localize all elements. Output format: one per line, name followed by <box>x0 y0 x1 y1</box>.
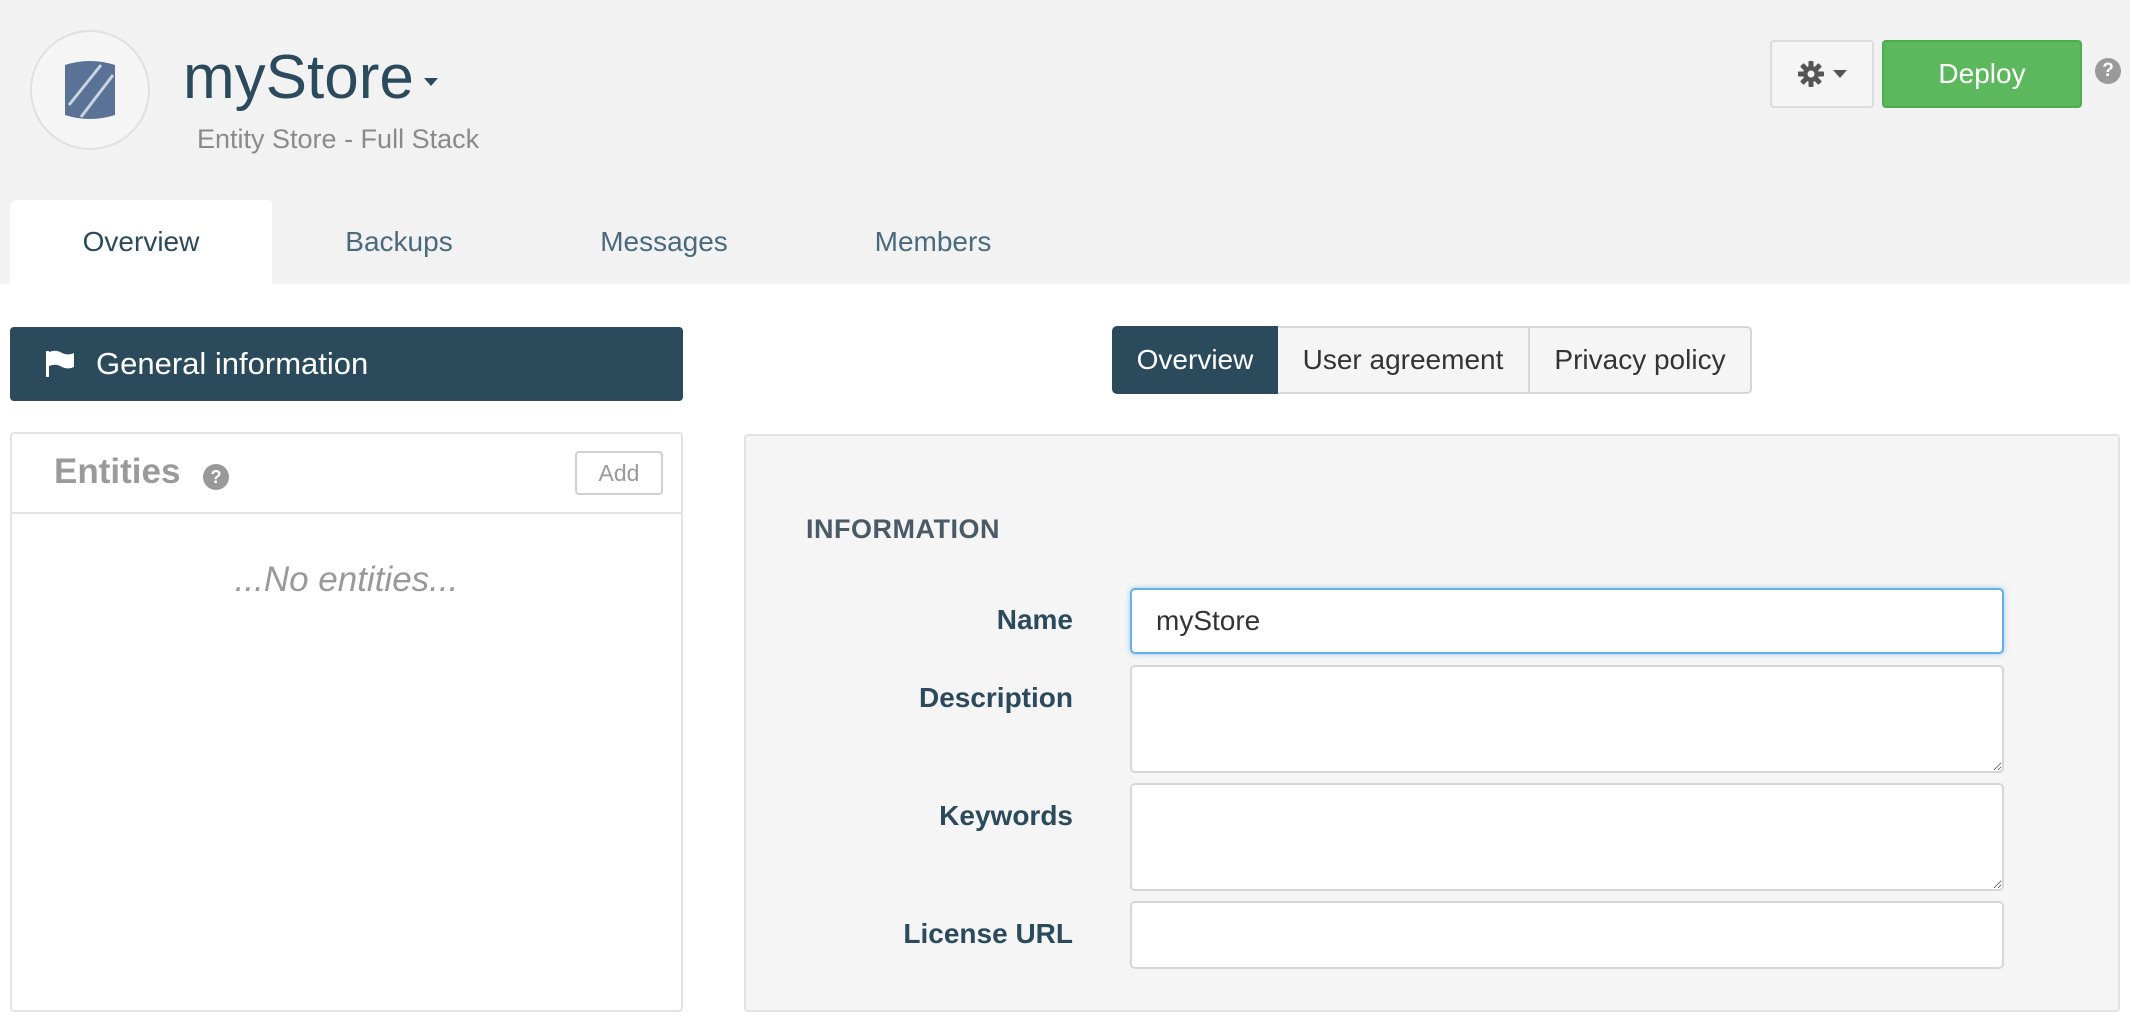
settings-button[interactable] <box>1770 40 1874 108</box>
tab-label: Messages <box>600 226 728 257</box>
tab-overview[interactable]: Overview <box>10 200 272 284</box>
empty-entities-message: ...No entities... <box>234 560 459 599</box>
license-url-label: License URL <box>903 918 1073 949</box>
tab-messages[interactable]: Messages <box>526 200 802 284</box>
general-information-button[interactable]: General information <box>10 327 683 401</box>
general-information-label: General information <box>96 346 369 381</box>
information-heading: INFORMATION <box>806 514 1000 544</box>
app-title: myStore <box>183 43 414 112</box>
information-panel: INFORMATION Name Description Keywords Li… <box>744 434 2120 1012</box>
flag-icon <box>44 349 76 379</box>
tab-label: Members <box>874 226 992 257</box>
keywords-textarea[interactable] <box>1130 783 2004 891</box>
help-icon[interactable]: ? <box>2095 58 2121 84</box>
entities-header: Entities ? Add <box>12 434 681 514</box>
app-subtitle: Entity Store - Full Stack <box>197 124 480 154</box>
name-label: Name <box>996 604 1073 635</box>
entity-store-icon <box>65 61 115 119</box>
app-icon <box>30 30 150 150</box>
chevron-down-icon <box>423 78 438 86</box>
entities-panel: Entities ? Add ...No entities... <box>10 432 683 1012</box>
content-tab-privacy-policy[interactable]: Privacy policy <box>1530 326 1752 394</box>
keywords-label: Keywords <box>939 800 1073 831</box>
tab-label: Backups <box>345 226 453 257</box>
gear-icon <box>1798 61 1824 87</box>
add-entity-button[interactable]: Add <box>575 451 663 495</box>
chevron-down-icon <box>1833 70 1847 78</box>
description-textarea[interactable] <box>1130 665 2004 773</box>
description-label: Description <box>918 682 1073 713</box>
name-input[interactable] <box>1130 588 2004 654</box>
tab-label: Overview <box>82 226 200 257</box>
main-tabs: Overview Backups Messages Members <box>10 200 1064 284</box>
app-title-dropdown[interactable]: myStore <box>183 38 438 118</box>
app-header: myStore Entity Store - Full Stack Deploy… <box>0 0 2130 284</box>
tab-backups[interactable]: Backups <box>272 200 526 284</box>
entities-title: Entities <box>54 452 181 491</box>
content-tab-overview[interactable]: Overview <box>1112 326 1278 394</box>
content-tabs: Overview User agreement Privacy policy <box>1112 326 1752 394</box>
tab-members[interactable]: Members <box>802 200 1064 284</box>
help-icon[interactable]: ? <box>203 464 229 490</box>
content-tab-user-agreement[interactable]: User agreement <box>1278 326 1530 394</box>
deploy-button[interactable]: Deploy <box>1882 40 2082 108</box>
license-url-input[interactable] <box>1130 901 2004 969</box>
